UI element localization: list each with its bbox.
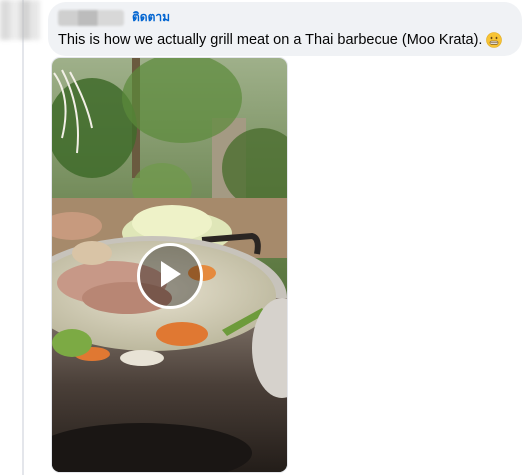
play-icon xyxy=(157,259,183,294)
follow-button[interactable]: ติดตาม xyxy=(132,8,170,27)
play-button[interactable] xyxy=(136,243,203,309)
comment-bubble: ติดตาม This is how we actually grill mea… xyxy=(48,2,522,56)
comment-text-row: This is how we actually grill meat on a … xyxy=(58,32,512,48)
thread-connector-line xyxy=(22,0,24,475)
avatar[interactable] xyxy=(0,0,40,40)
author-name-redacted[interactable] xyxy=(58,9,124,26)
comment-author-row: ติดตาม xyxy=(58,9,512,26)
comment-text: This is how we actually grill meat on a … xyxy=(58,32,483,48)
video-attachment[interactable] xyxy=(52,58,287,472)
grimacing-face-icon xyxy=(486,32,503,48)
